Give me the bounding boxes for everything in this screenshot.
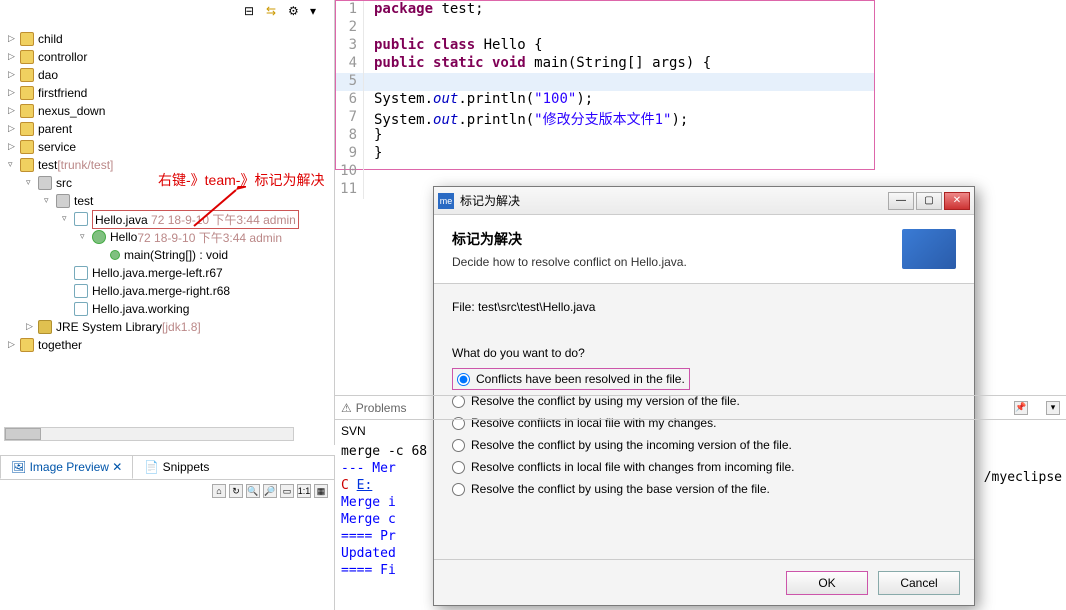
image-preview-panel: 🖼 Image Preview ✕ 📄 Snippets ⌂ ↻ 🔍 🔎 ▭ 1…: [0, 455, 335, 610]
dialog-question: What do you want to do?: [452, 346, 956, 360]
dialog-icon: me: [438, 193, 454, 209]
project-explorer: ⊟ ⇆ ⚙ ▾ ▷child▷controllor▷dao▷firstfrien…: [0, 0, 335, 445]
tree-item[interactable]: ▿Hello.java 72 18-9-10 下午3:44 admin: [4, 210, 334, 228]
file-path-label: File: test\src\test\Hello.java: [452, 300, 956, 314]
preview-toolbar: ⌂ ↻ 🔍 🔎 ▭ 1:1 ▦: [0, 480, 334, 502]
tree-item[interactable]: ▿Hello 72 18-9-10 下午3:44 admin: [4, 228, 334, 246]
zoom-out-icon[interactable]: 🔎: [263, 484, 277, 498]
annotation-arrow: [186, 186, 246, 234]
link-icon[interactable]: ⇆: [266, 4, 282, 20]
tree-item[interactable]: ▷together: [4, 336, 334, 354]
dialog-header-description: Decide how to resolve conflict on Hello.…: [452, 255, 902, 269]
tree-item[interactable]: ▷dao: [4, 66, 334, 84]
dialog-logo-icon: [902, 229, 956, 269]
filter-icon[interactable]: ⚙: [288, 4, 304, 20]
dialog-header-title: 标记为解决: [452, 229, 902, 249]
dialog-header: 标记为解决 Decide how to resolve conflict on …: [434, 215, 974, 284]
explorer-h-scrollbar[interactable]: [4, 427, 294, 441]
tree-item[interactable]: Hello.java.merge-right.r68: [4, 282, 334, 300]
menu-icon[interactable]: ▾: [310, 4, 326, 20]
tree-item[interactable]: Hello.java.working: [4, 300, 334, 318]
tree-item[interactable]: ▷firstfriend: [4, 84, 334, 102]
tree-item[interactable]: ▷nexus_down: [4, 102, 334, 120]
tab-problems[interactable]: ⚠ Problems: [341, 401, 406, 415]
dialog-titlebar[interactable]: me 标记为解决 — ▢ ✕: [434, 187, 974, 215]
tree-item[interactable]: ▷controllor: [4, 48, 334, 66]
tree-item[interactable]: ▷child: [4, 30, 334, 48]
refresh-icon[interactable]: ↻: [229, 484, 243, 498]
console-menu-icon[interactable]: ▾: [1046, 401, 1060, 415]
collapse-all-icon[interactable]: ⊟: [244, 4, 260, 20]
tab-snippets[interactable]: 📄 Snippets: [133, 455, 220, 479]
tab-image-preview[interactable]: 🖼 Image Preview ✕: [0, 455, 133, 479]
grid-icon[interactable]: ▦: [314, 484, 328, 498]
console-tail: /myeclipse: [984, 470, 1062, 485]
tree-item[interactable]: Hello.java.merge-left.r67: [4, 264, 334, 282]
close-button[interactable]: ✕: [944, 192, 970, 210]
console-title: SVN: [335, 420, 1066, 442]
console-output[interactable]: merge -c 68--- MerC E:Merge iMerge c====…: [335, 442, 1066, 582]
fit-icon[interactable]: ▭: [280, 484, 294, 498]
zoom-in-icon[interactable]: 🔍: [246, 484, 260, 498]
actual-size-icon[interactable]: 1:1: [297, 484, 311, 498]
nav-home-icon[interactable]: ⌂: [212, 484, 226, 498]
explorer-toolbar: ⊟ ⇆ ⚙ ▾: [0, 0, 334, 24]
console-pin-icon[interactable]: 📌: [1014, 401, 1028, 415]
resolve-option[interactable]: Conflicts have been resolved in the file…: [452, 368, 690, 390]
tree-item[interactable]: ▷JRE System Library [jdk1.8]: [4, 318, 334, 336]
dialog-title: 标记为解决: [460, 192, 888, 209]
tree-item[interactable]: ▿test: [4, 192, 334, 210]
tree-item[interactable]: main(String[]) : void: [4, 246, 334, 264]
console-panel: ⚠ Problems 📌 ▾ SVN merge -c 68--- MerC E…: [335, 395, 1066, 610]
minimize-button[interactable]: —: [888, 192, 914, 210]
tree-item[interactable]: ▷service: [4, 138, 334, 156]
tree-item[interactable]: ▷parent: [4, 120, 334, 138]
maximize-button[interactable]: ▢: [916, 192, 942, 210]
code-editor[interactable]: 1package test;23public class Hello {4pub…: [335, 0, 875, 170]
